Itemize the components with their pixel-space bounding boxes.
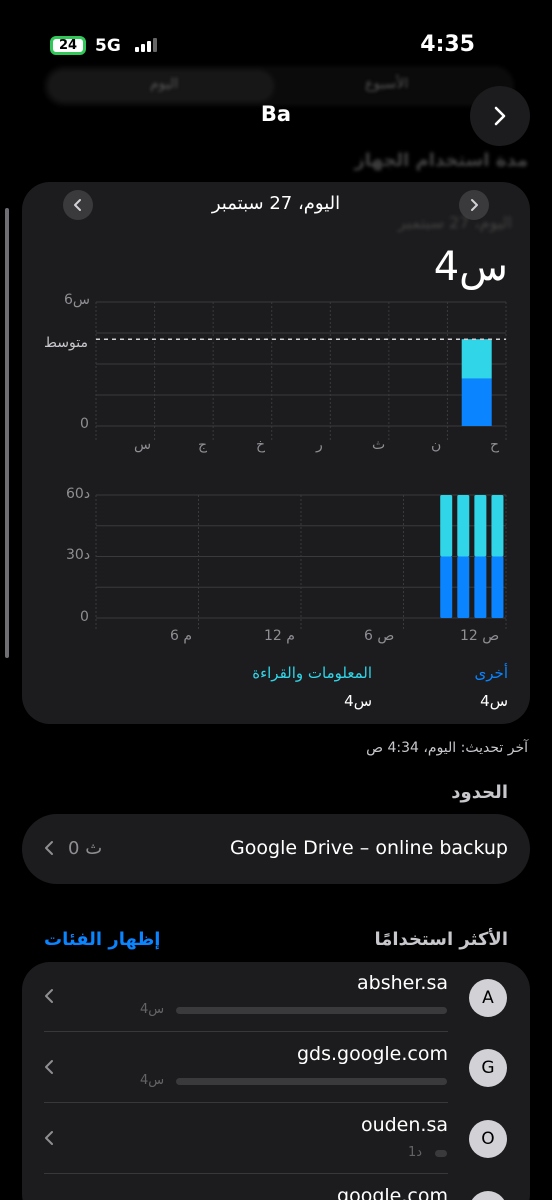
chevron-left-icon	[45, 1060, 53, 1074]
avatar: O	[469, 1120, 507, 1158]
ghost-date: اليوم، 27 سبتمبر	[398, 213, 512, 232]
day-label: ن	[431, 437, 442, 453]
list-item[interactable]	[22, 1034, 530, 1102]
limits-heading: الحدود	[451, 782, 508, 803]
bar-segment	[474, 556, 487, 618]
avatar: A	[469, 979, 507, 1017]
show-categories-link[interactable]: إظهار الفئات	[44, 929, 160, 950]
date-label: اليوم، 27 سبتمبر	[211, 193, 341, 214]
clock: 4:35	[420, 32, 475, 57]
day-label: س	[134, 437, 152, 453]
avatar: G	[469, 1191, 507, 1200]
weekly-usage-chart	[95, 301, 507, 442]
day-label: ر	[316, 437, 323, 453]
bar-segment	[461, 378, 492, 426]
forward-button[interactable]	[470, 86, 530, 146]
day-label: ج	[198, 437, 208, 453]
chevron-right-icon	[494, 106, 506, 126]
legend-value: 4س	[480, 692, 508, 710]
hour-label: 6 م	[170, 628, 193, 644]
weekly-y-label-top: 6س	[64, 292, 91, 308]
chevron-left-icon	[45, 1131, 53, 1145]
bar-segment	[457, 495, 470, 557]
status-bar: 24 5G 4:35	[0, 28, 552, 64]
hour-label: 12 م	[264, 628, 295, 644]
bar-segment	[457, 556, 470, 618]
ghost-header: مدة استخدام الجهاز	[354, 150, 528, 171]
limit-app-name: Google Drive – online backup	[230, 837, 508, 859]
limit-value: 0 ث	[68, 838, 103, 859]
weekly-average-label: متوسط	[44, 335, 88, 351]
list-item[interactable]	[22, 968, 530, 1034]
ghost-segmented-control	[44, 66, 514, 106]
hourly-usage-chart	[95, 494, 507, 630]
network-type: 5G	[95, 36, 121, 56]
avatar: G	[469, 1049, 507, 1087]
legend-value: 4س	[344, 692, 372, 710]
ghost-segment-left: الأسبوع	[365, 76, 409, 92]
battery-indicator: 24	[50, 36, 86, 55]
legend-category: أخرى	[474, 664, 508, 682]
weekly-y-label-zero: 0	[80, 416, 89, 432]
day-label: ح	[490, 437, 500, 453]
day-label: خ	[256, 437, 266, 453]
hourly-y-label-top: 60د	[66, 486, 91, 502]
ghost-segment-right: اليوم	[150, 76, 179, 92]
site-name: ouden.sa	[360, 1114, 448, 1136]
bar-segment	[440, 495, 453, 557]
hour-label: 6 ص	[364, 628, 395, 644]
bar-segment	[461, 339, 492, 379]
usage-duration: 1د	[408, 1145, 423, 1160]
usage-bar	[176, 1078, 447, 1085]
usage-bar	[176, 1007, 447, 1014]
divider	[44, 1102, 448, 1103]
total-usage: 4س	[433, 244, 508, 290]
hour-label: 12 ص	[460, 628, 500, 644]
bar-segment	[440, 556, 453, 618]
list-item[interactable]	[22, 1105, 530, 1173]
usage-bar	[435, 1150, 447, 1157]
bar-segment	[491, 556, 504, 618]
bar-segment	[491, 495, 504, 557]
site-name: google.com	[337, 1185, 448, 1200]
usage-duration: 4س	[140, 1002, 165, 1017]
hourly-y-label-zero: 0	[80, 609, 89, 625]
last-updated: آخر تحديث: اليوم، 4:34 ص	[366, 740, 528, 756]
site-name: gds.google.com	[296, 1043, 448, 1065]
site-name: absher.sa	[357, 972, 448, 994]
divider	[44, 1173, 448, 1174]
list-item[interactable]: google.com G	[22, 1176, 530, 1200]
usage-duration: 4س	[140, 1073, 165, 1088]
scroll-indicator[interactable]	[5, 208, 9, 658]
legend-category: المعلومات والقراءة	[252, 664, 372, 682]
day-label: ث	[372, 437, 386, 453]
signal-icon	[135, 38, 159, 52]
chevron-left-icon	[45, 989, 53, 1003]
hourly-y-label-mid: 30د	[66, 547, 91, 563]
bar-segment	[474, 495, 487, 557]
divider	[44, 1031, 448, 1032]
chevron-left-icon	[45, 841, 53, 855]
most-used-heading: الأكثر استخدامًا	[374, 929, 508, 950]
